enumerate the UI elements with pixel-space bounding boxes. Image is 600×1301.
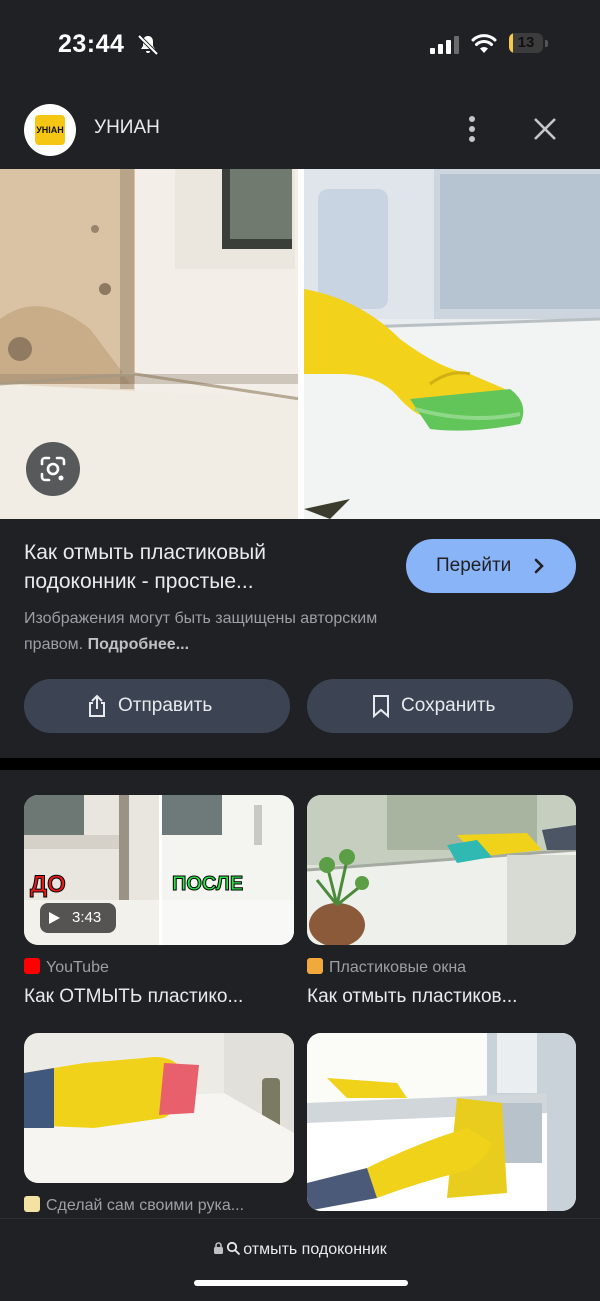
lens-button[interactable] xyxy=(26,442,80,496)
window-icon xyxy=(307,958,323,974)
signal-icon xyxy=(430,36,459,54)
related-thumbnail[interactable] xyxy=(24,1033,294,1183)
related-source-label: YouTube xyxy=(46,959,109,976)
home-indicator[interactable] xyxy=(194,1280,408,1286)
bulb-icon xyxy=(24,1196,40,1212)
go-button-label: Перейти xyxy=(436,555,512,576)
share-button[interactable]: Отправить xyxy=(24,679,290,733)
result-title[interactable]: Как отмыть пластиковый подоконник - прос… xyxy=(24,538,384,596)
status-time: 23:44 xyxy=(58,30,125,58)
more-vert-icon[interactable] xyxy=(460,112,484,146)
bell-off-icon xyxy=(137,34,159,56)
close-icon[interactable] xyxy=(530,114,560,144)
copyright-notice: Изображения могут быть защищены авторски… xyxy=(24,606,464,658)
go-button[interactable]: Перейти xyxy=(406,539,576,593)
copyright-line2: правом. xyxy=(24,636,84,653)
related-thumbnail[interactable] xyxy=(307,1033,576,1211)
chevron-right-icon xyxy=(534,558,544,574)
save-button-label: Сохранить xyxy=(401,695,496,716)
bookmark-icon xyxy=(373,695,389,718)
related-title[interactable]: Как ОТМЫТЬ пластико... xyxy=(24,986,243,1008)
more-link[interactable]: Подробнее... xyxy=(88,636,189,653)
play-icon xyxy=(49,912,60,924)
related-source: Сделай сам своими рука... xyxy=(24,1196,244,1215)
source-logo[interactable]: УНIАН xyxy=(24,104,76,156)
battery-icon: 13 xyxy=(509,33,549,55)
related-thumbnail[interactable]: ДО ПОСЛЕ 3:43 xyxy=(24,795,294,945)
search-query-bar[interactable]: отмыть подоконник xyxy=(0,1241,600,1259)
video-duration: 3:43 xyxy=(72,909,102,926)
related-title[interactable]: Как отмыть пластиков... xyxy=(307,986,517,1008)
video-duration-badge: 3:43 xyxy=(40,903,116,933)
result-title-line2: подоконник - простые... xyxy=(24,570,254,593)
save-button[interactable]: Сохранить xyxy=(307,679,573,733)
share-button-label: Отправить xyxy=(118,695,213,716)
section-divider xyxy=(0,758,600,770)
copyright-line1: Изображения могут быть защищены авторски… xyxy=(24,610,378,627)
source-name[interactable]: УНИАН xyxy=(94,117,160,139)
youtube-icon xyxy=(24,958,40,974)
bottom-bar xyxy=(0,1218,600,1301)
source-logo-text: УНIАН xyxy=(35,115,65,145)
related-source: YouTube xyxy=(24,958,109,977)
battery-level: 13 xyxy=(517,34,535,51)
before-label: ДО xyxy=(30,871,67,899)
search-query-text: отмыть подоконник xyxy=(243,1241,387,1258)
share-icon xyxy=(89,694,105,717)
result-title-line1: Как отмыть пластиковый xyxy=(24,541,266,564)
related-source-label: Сделай сам своими рука... xyxy=(46,1197,245,1214)
lens-icon xyxy=(40,456,66,482)
related-source-label: Пластиковые окна xyxy=(329,959,467,976)
after-label: ПОСЛЕ xyxy=(171,873,244,896)
related-thumbnail[interactable] xyxy=(307,795,576,945)
main-image[interactable] xyxy=(0,169,600,519)
lock-icon xyxy=(214,1242,224,1254)
wifi-icon xyxy=(471,34,497,53)
related-source: Пластиковые окна xyxy=(307,958,466,977)
search-icon xyxy=(227,1241,241,1256)
